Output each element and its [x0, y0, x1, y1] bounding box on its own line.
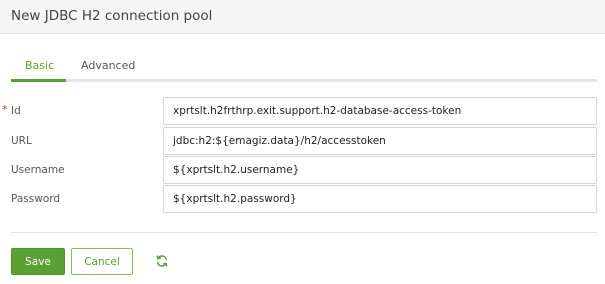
save-button[interactable]: Save [11, 248, 65, 275]
form-row-id: * Id xprtslt.h2frthrp.exit.support.h2-da… [0, 97, 605, 125]
form-row-username: Username ${xprtslt.h2.username} [0, 156, 605, 184]
form-row-url: URL jdbc:h2:${emagiz.data}/h2/accesstoke… [0, 127, 605, 155]
tab-bar-divider [11, 79, 597, 82]
id-input[interactable]: xprtslt.h2frthrp.exit.support.h2-databas… [163, 97, 597, 125]
dialog-title: New JDBC H2 connection pool [11, 8, 213, 24]
form-footer-divider [11, 232, 597, 233]
password-input[interactable]: ${xprtslt.h2.password} [163, 185, 597, 213]
username-label: Username [11, 164, 65, 176]
dialog-header: New JDBC H2 connection pool [0, 0, 605, 34]
required-marker: * [2, 103, 8, 116]
refresh-icon[interactable] [155, 254, 169, 268]
url-label: URL [11, 135, 32, 147]
password-label: Password [11, 193, 61, 205]
tab-basic[interactable]: Basic [25, 59, 54, 72]
url-input[interactable]: jdbc:h2:${emagiz.data}/h2/accesstoken [163, 127, 597, 155]
form-row-password: Password ${xprtslt.h2.password} [0, 185, 605, 213]
active-tab-indicator [11, 79, 66, 82]
username-input[interactable]: ${xprtslt.h2.username} [163, 156, 597, 184]
tab-bar: Basic Advanced [0, 52, 597, 82]
id-label: Id [11, 105, 21, 117]
cancel-button[interactable]: Cancel [71, 248, 133, 275]
tab-advanced[interactable]: Advanced [81, 59, 135, 72]
